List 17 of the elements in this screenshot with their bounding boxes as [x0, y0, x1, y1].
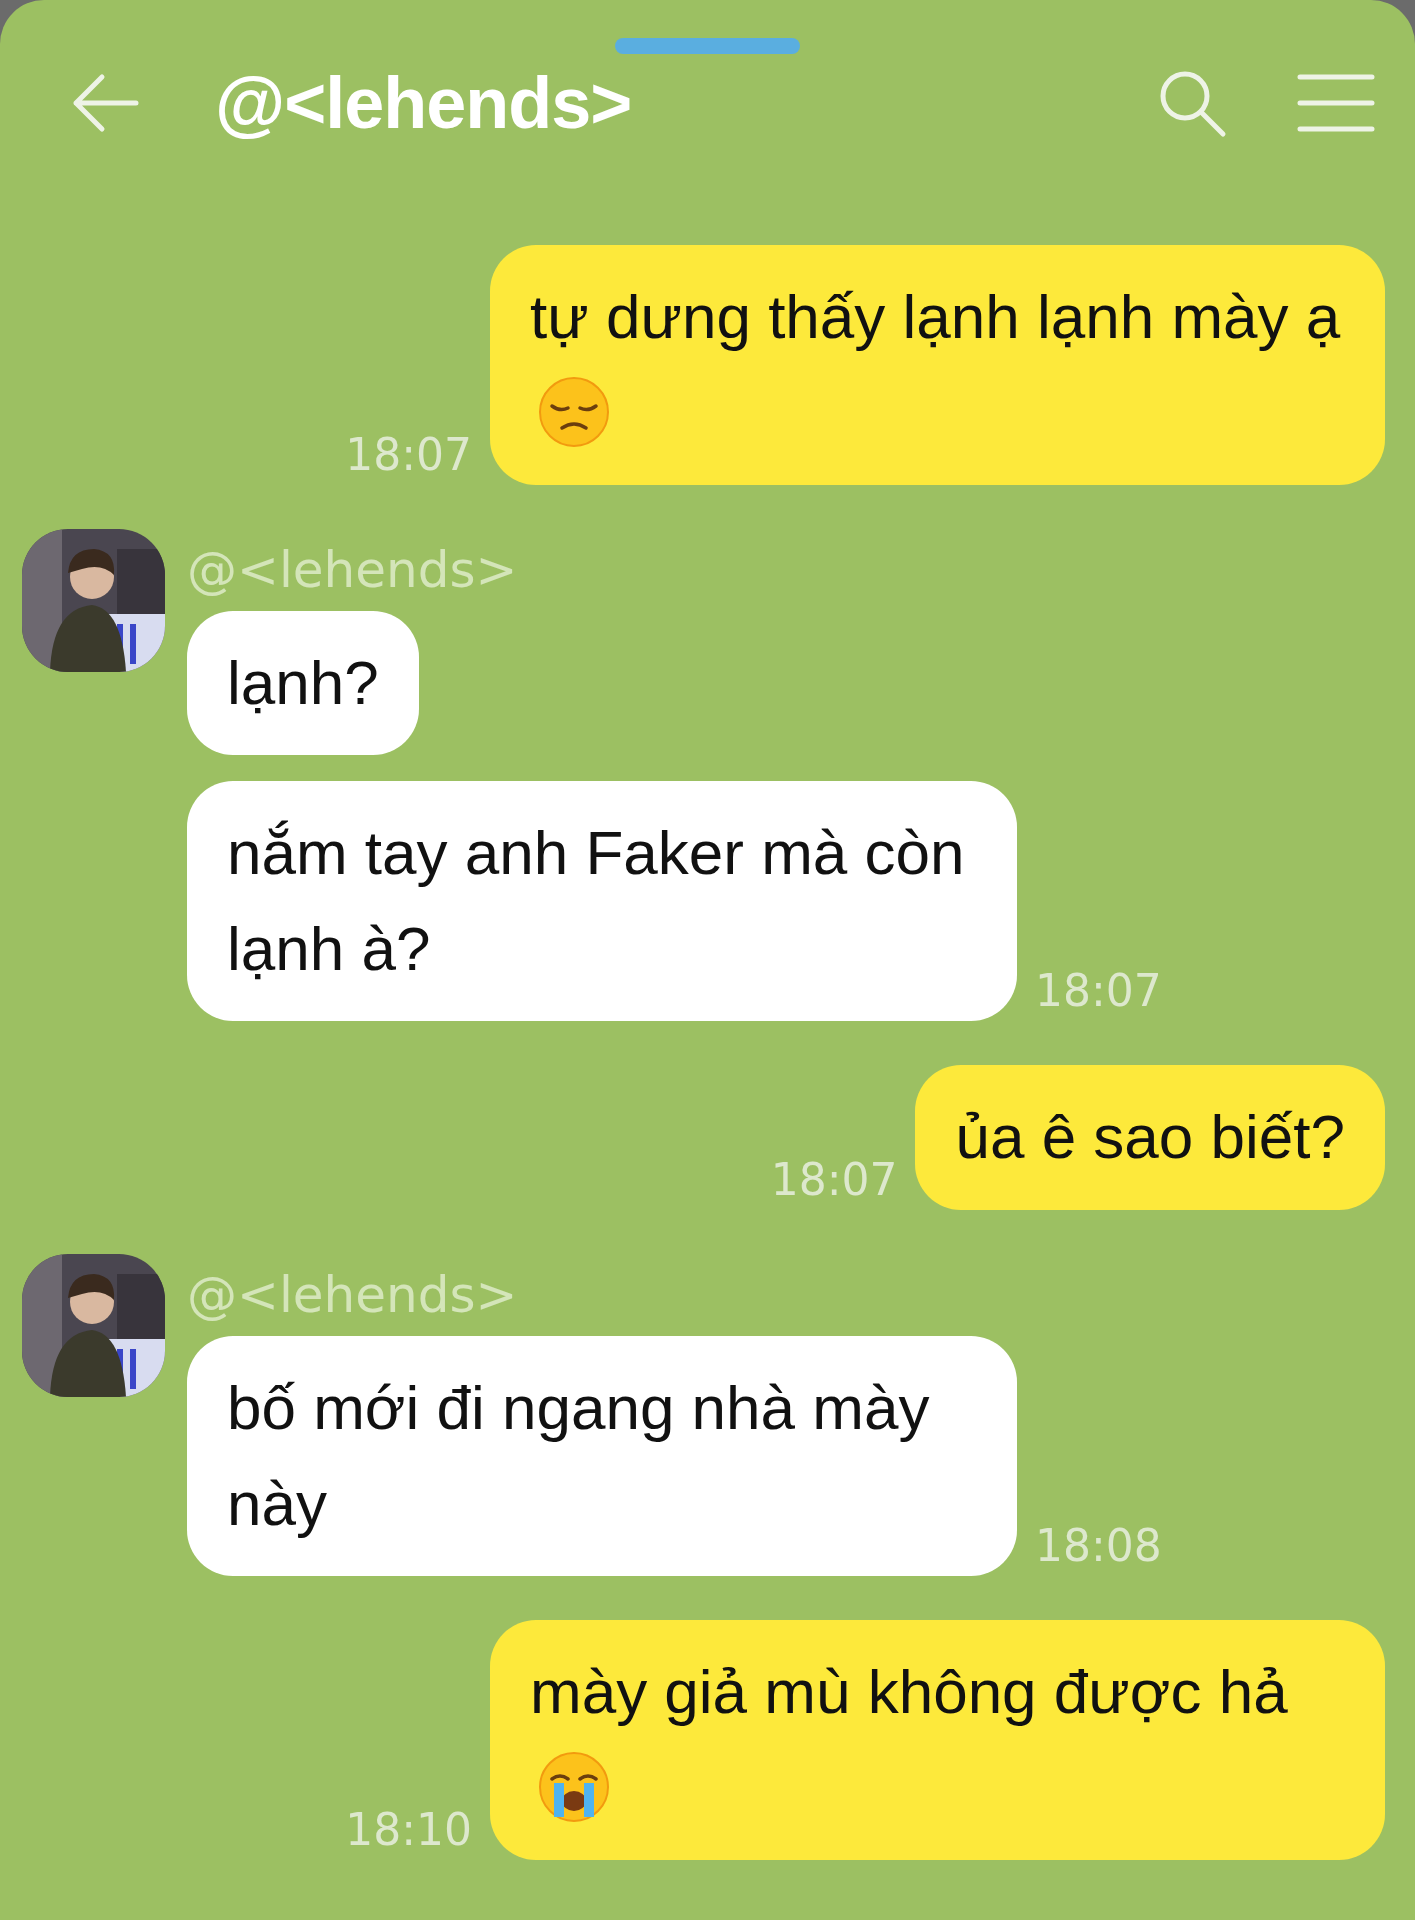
- sender-name: @<lehends>: [187, 545, 519, 596]
- message-bubble: ủa ê sao biết?: [915, 1065, 1385, 1210]
- message-bubble: bố mới đi ngang nhà mày này: [187, 1335, 1017, 1576]
- message-time: 18:08: [1035, 1523, 1162, 1573]
- crying-face-icon: [538, 1750, 610, 1823]
- message-time: 18:10: [345, 1807, 472, 1857]
- sad-face-icon: [538, 376, 610, 449]
- message-time: 18:07: [1035, 969, 1162, 1019]
- sender-name: @<lehends>: [187, 1269, 519, 1320]
- chat-title: @<lehends>: [215, 61, 632, 145]
- message-bubble: nắm tay anh Faker mà còn lạnh à?: [187, 781, 1017, 1022]
- message-bubble: lạnh?: [187, 611, 419, 756]
- menu-icon[interactable]: [1297, 72, 1375, 133]
- message-time: 18:07: [770, 1157, 898, 1207]
- message-bubble: mày giả mù không được hả: [490, 1619, 1385, 1860]
- message-bubble: tự dưng thấy lạnh lạnh mày ạ: [490, 245, 1385, 486]
- message-time: 18:07: [345, 433, 472, 483]
